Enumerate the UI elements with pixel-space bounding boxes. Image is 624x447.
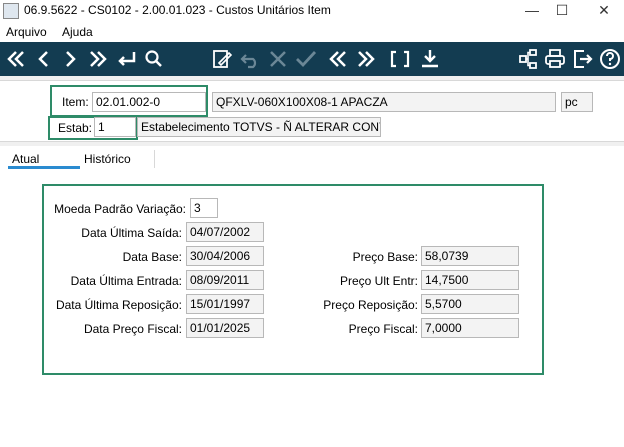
item-code-field[interactable]: 02.01.002-0 (92, 92, 206, 112)
data-base-field: 30/04/2006 (186, 246, 264, 266)
preco-ult-entr-field: 14,7500 (421, 270, 519, 290)
preco-fiscal-data-field: 01/01/2025 (186, 318, 264, 338)
tab-atual[interactable]: Atual (12, 152, 39, 166)
first-icon (7, 51, 24, 67)
help-button[interactable] (598, 46, 622, 72)
prev-set-icon (329, 51, 346, 67)
last-icon (90, 51, 107, 67)
download-icon (422, 50, 438, 68)
title-bar: 06.9.5622 - CS0102 - 2.00.01.023 - Custo… (0, 0, 624, 22)
prev-set-button[interactable] (326, 46, 350, 72)
preco-ult-entr-label: Preço Ult Entr: (339, 274, 418, 288)
ult-saida-label: Data Última Saída: (81, 226, 182, 240)
item-description-field: QFXLV-060X100X08-1 APACZA (212, 92, 556, 112)
estab-label: Estab: (58, 121, 93, 135)
ult-entrada-field: 08/09/2011 (186, 270, 264, 290)
help-icon (600, 49, 620, 69)
next-icon (66, 51, 76, 67)
menu-bar: Arquivo Ajuda (0, 22, 624, 42)
confirm-button[interactable] (294, 46, 318, 72)
download-button[interactable] (418, 46, 442, 72)
first-record-button[interactable] (4, 46, 28, 72)
maximize-button[interactable]: ☐ (542, 0, 582, 22)
window-title: 06.9.5622 - CS0102 - 2.00.01.023 - Custo… (24, 3, 331, 17)
preco-fiscal-label: Preço Fiscal: (348, 322, 418, 336)
moeda-field[interactable]: 3 (190, 198, 218, 218)
estab-description-field: Estabelecimento TOTVS - Ñ ALTERAR CONTAS (137, 117, 381, 137)
bracket-icon (390, 50, 410, 68)
preco-fiscal-field: 7,0000 (421, 318, 519, 338)
search-button[interactable] (142, 46, 166, 72)
menu-ajuda[interactable]: Ajuda (62, 25, 93, 39)
last-record-button[interactable] (86, 46, 110, 72)
exit-button[interactable] (571, 46, 595, 72)
structure-icon (519, 49, 537, 69)
search-icon (145, 50, 162, 67)
goto-button[interactable] (114, 46, 138, 72)
prev-icon (38, 51, 48, 67)
next-record-button[interactable] (58, 46, 82, 72)
data-base-label: Data Base: (122, 250, 182, 264)
app-icon (3, 3, 19, 19)
item-label: Item: (62, 95, 89, 109)
item-unit-field: pc (561, 92, 593, 112)
undo-button[interactable] (238, 46, 262, 72)
tab-separator (154, 150, 155, 168)
print-icon (545, 49, 565, 68)
edit-button[interactable] (210, 46, 234, 72)
preco-base-field: 58,0739 (421, 246, 519, 266)
cancel-icon (270, 51, 286, 67)
toolbar (0, 42, 624, 76)
ult-entrada-label: Data Última Entrada: (70, 274, 182, 288)
active-tab-indicator (8, 166, 80, 169)
estab-code-field[interactable]: 1 (94, 117, 136, 137)
edit-icon (213, 50, 233, 68)
print-button[interactable] (543, 46, 567, 72)
ult-saida-field: 04/07/2002 (186, 222, 264, 242)
cancel-button[interactable] (266, 46, 290, 72)
ult-reposicao-field: 15/01/1997 (186, 294, 264, 314)
preco-reposicao-field: 5,5700 (421, 294, 519, 314)
prev-record-button[interactable] (32, 46, 56, 72)
exit-icon (574, 50, 593, 68)
preco-reposicao-label: Preço Reposição: (323, 298, 418, 312)
confirm-icon (296, 51, 317, 68)
moeda-label: Moeda Padrão Variação: (54, 202, 186, 216)
goto-icon (118, 52, 136, 66)
undo-icon (240, 54, 257, 69)
menu-arquivo[interactable]: Arquivo (6, 25, 47, 39)
next-set-icon (358, 51, 375, 67)
ult-reposicao-label: Data Última Reposição: (55, 298, 182, 312)
close-button[interactable]: ✕ (584, 0, 624, 22)
preco-base-label: Preço Base: (352, 250, 418, 264)
preco-fiscal-data-label: Data Preço Fiscal: (83, 322, 182, 336)
structure-button[interactable] (516, 46, 540, 72)
bracket-button[interactable] (388, 46, 412, 72)
tab-historico[interactable]: Histórico (84, 152, 131, 166)
next-set-button[interactable] (354, 46, 378, 72)
